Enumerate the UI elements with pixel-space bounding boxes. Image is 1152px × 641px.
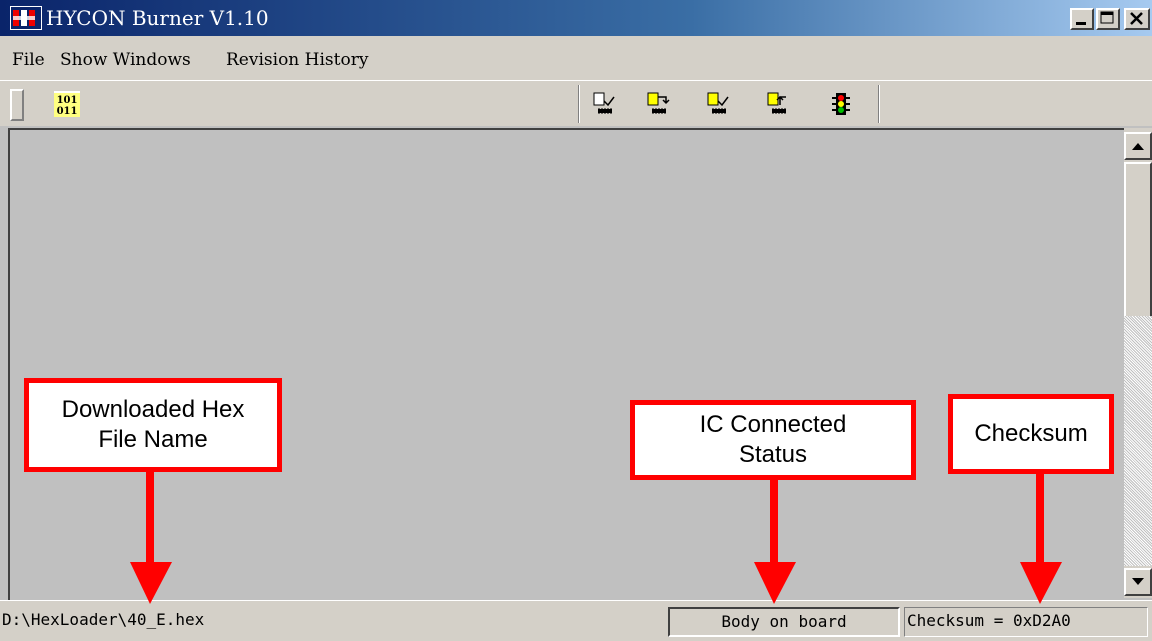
svg-text:011: 011 — [57, 106, 78, 117]
binary-file-icon: 101 011 — [54, 91, 80, 117]
vertical-scrollbar[interactable] — [1124, 128, 1152, 598]
binary-file-button[interactable]: 101 011 — [52, 89, 84, 119]
menu-show-windows[interactable]: Show Windows — [60, 50, 191, 70]
status-checksum: Checksum = 0xD2A0 — [904, 607, 1148, 637]
callout-hex-file-text: Downloaded Hex File Name — [61, 396, 245, 453]
scroll-down-button[interactable] — [1124, 568, 1152, 596]
scroll-track[interactable] — [1124, 316, 1152, 566]
program-chip-button[interactable] — [706, 91, 730, 117]
arrow-to-ic-status — [754, 480, 796, 604]
upload-chip-icon — [767, 92, 786, 114]
read-chip-icon — [647, 92, 670, 114]
close-icon — [1130, 12, 1143, 25]
arrow-to-checksum — [1020, 474, 1062, 604]
toolbar-separator — [878, 85, 880, 123]
scroll-thumb[interactable] — [1124, 162, 1152, 318]
svg-text:101: 101 — [57, 95, 78, 106]
callout-checksum: Checksum — [948, 394, 1114, 474]
client-frame — [8, 128, 1152, 600]
upload-chip-button[interactable] — [766, 91, 790, 117]
callout-ic-status: IC Connected Status — [630, 400, 916, 480]
callout-checksum-text: Checksum — [974, 420, 1088, 447]
program-chip-icon — [707, 92, 729, 114]
scroll-up-button[interactable] — [1124, 132, 1152, 160]
minimize-button[interactable] — [1070, 8, 1094, 30]
maximize-button[interactable] — [1096, 8, 1120, 30]
traffic-light-button[interactable] — [828, 91, 852, 117]
title-bar: HYCON Burner V1.10 — [0, 0, 1152, 36]
arrow-down-icon — [1132, 578, 1144, 585]
status-bar: D:\HexLoader\40_E.hex Body on board Chec… — [0, 600, 1152, 641]
toolbar-grip[interactable] — [10, 89, 24, 121]
minimize-icon — [1076, 22, 1086, 25]
arrow-up-icon — [1132, 143, 1144, 150]
arrow-to-hex-file — [130, 472, 172, 604]
verify-chip-icon — [593, 92, 615, 114]
read-chip-button[interactable] — [646, 91, 670, 117]
menu-file[interactable]: File — [12, 50, 45, 70]
maximize-icon — [1100, 11, 1114, 24]
callout-ic-status-text: IC Connected Status — [699, 411, 847, 468]
callout-hex-file: Downloaded Hex File Name — [24, 378, 282, 472]
toolbar-separator — [578, 85, 580, 123]
menu-revision-history[interactable]: Revision History — [226, 50, 368, 70]
close-button[interactable] — [1124, 8, 1150, 30]
status-ic-connected: Body on board — [668, 607, 900, 637]
verify-chip-button[interactable] — [592, 91, 616, 117]
traffic-light-icon — [832, 93, 850, 115]
window-title: HYCON Burner V1.10 — [46, 6, 269, 30]
app-logo-icon — [10, 6, 42, 30]
status-hex-file: D:\HexLoader\40_E.hex — [2, 610, 205, 629]
toolbar: 101 011 — [0, 80, 1152, 126]
menu-bar: File Show Windows Revision History — [0, 36, 1152, 80]
